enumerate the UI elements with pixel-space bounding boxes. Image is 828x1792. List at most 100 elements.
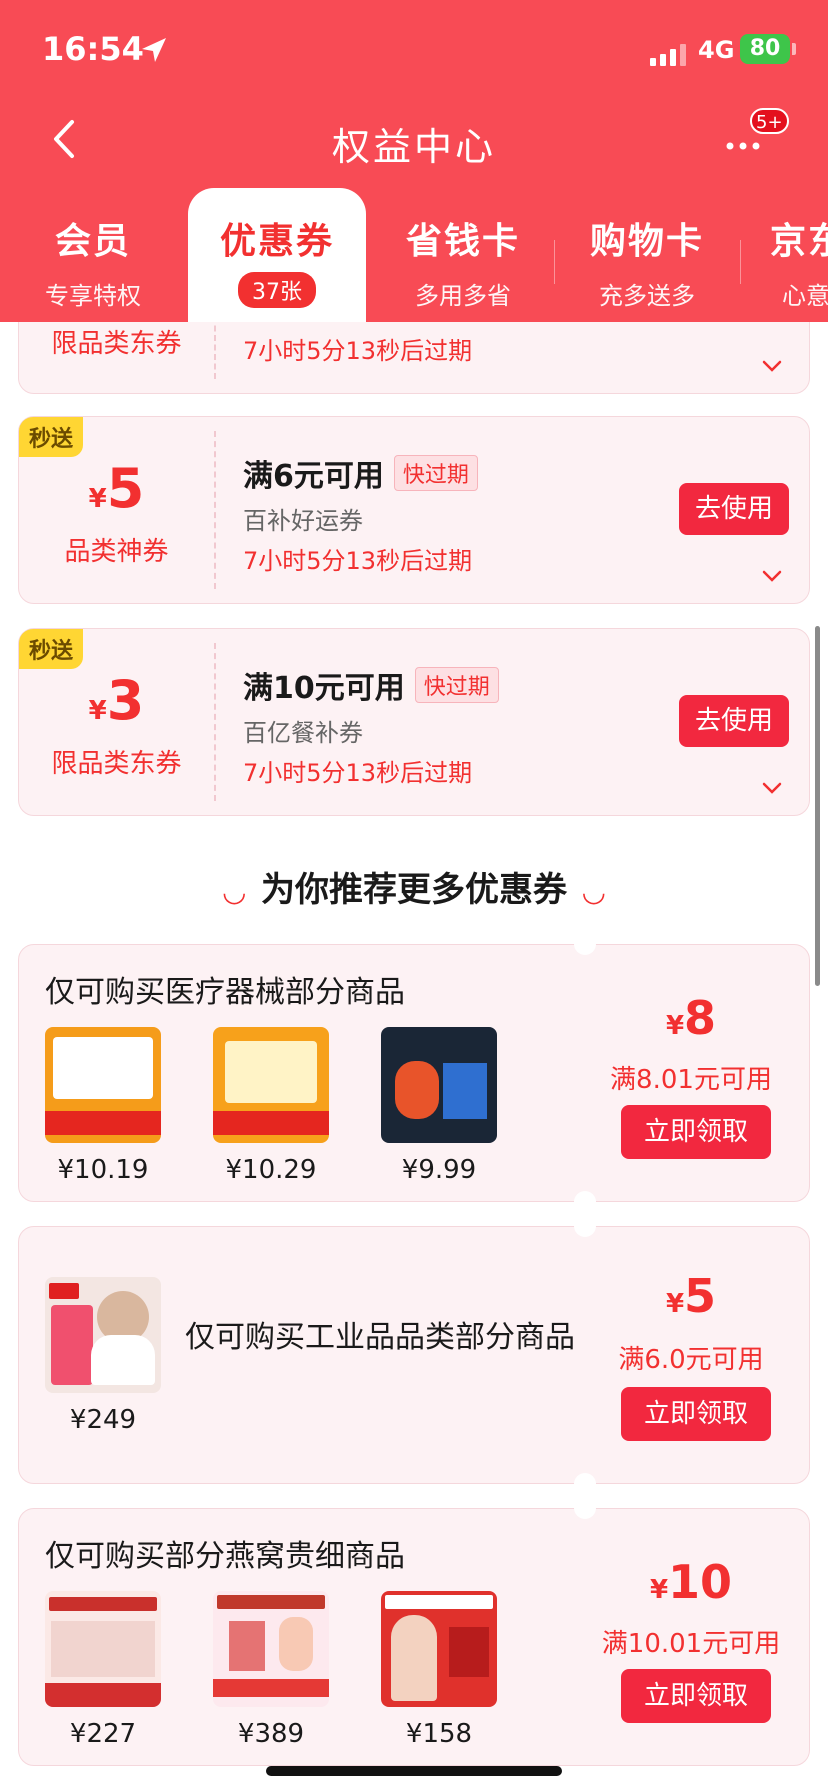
tab-sub: 专享特权 <box>45 282 141 310</box>
tab-shopping-card[interactable]: 购物卡 充多送多 <box>562 188 732 322</box>
coupon-divider <box>214 643 216 801</box>
tab-sub: 充多送多 <box>599 282 695 310</box>
battery-tip <box>792 43 796 55</box>
coupon-value: 5 <box>106 457 145 520</box>
product-item[interactable]: ¥9.99 <box>381 1027 497 1185</box>
recommend-coupon-condition: 满8.01元可用 <box>610 1065 772 1095</box>
tab-label: 会员 <box>54 221 131 262</box>
product-price: ¥10.29 <box>225 1155 317 1185</box>
tab-label: 购物卡 <box>589 221 704 262</box>
product-price: ¥158 <box>405 1719 473 1749</box>
recommend-card-title: 仅可购买医疗器械部分商品 <box>45 975 405 1010</box>
use-coupon-button[interactable]: 去使用 <box>679 695 789 747</box>
coupon-name: 百补好运券 <box>243 507 363 535</box>
tab-member[interactable]: 会员 专享特权 <box>8 188 178 322</box>
tab-jd[interactable]: 京东 心意 <box>748 188 828 322</box>
condition-text: 满6元可用 <box>243 459 384 494</box>
coupon-divider <box>214 431 216 589</box>
tab-saving-card[interactable]: 省钱卡 多用多省 <box>378 188 548 322</box>
recommend-coupon-amount: ¥8 <box>601 991 781 1045</box>
coupon-expire: 7小时5分13秒后过期 <box>243 547 473 575</box>
coupon-expire: 7小时5分13秒后过期 <box>243 759 473 787</box>
scrollbar[interactable] <box>815 626 820 986</box>
coupon-count-badge: 37张 <box>238 272 316 308</box>
product-price: ¥227 <box>69 1719 137 1749</box>
recommend-coupon-condition: 满10.01元可用 <box>601 1629 781 1659</box>
recommend-coupon-amount: ¥5 <box>601 1269 781 1323</box>
product-image <box>45 1591 161 1707</box>
product-item[interactable]: ¥10.29 <box>213 1027 329 1185</box>
coupon-type: 限品类东券 <box>51 749 182 779</box>
recommend-card-title: 仅可购买工业品品类部分商品 <box>185 1320 575 1355</box>
recommend-coupon-card[interactable]: 仅可购买部分燕窝贵细商品 ¥227 ¥389 ¥158 ¥10 满10.01元可… <box>18 1497 810 1766</box>
tab-label: 省钱卡 <box>405 221 520 262</box>
product-price: ¥389 <box>237 1719 305 1749</box>
recommend-section-title: ◡ 为你推荐更多优惠券 ◡ <box>0 862 828 911</box>
product-item[interactable]: ¥227 <box>45 1591 161 1749</box>
coupon-tag: 秒送 <box>19 629 84 669</box>
signal-icon <box>650 44 686 66</box>
header: 16:54 4G 80 权益中心 5+ 会员 专享特权 优惠券 37张 省钱卡 … <box>0 0 828 322</box>
product-image <box>45 1277 161 1393</box>
chevron-down-icon[interactable] <box>761 569 783 583</box>
coupon-value: 8 <box>684 991 717 1045</box>
card-notch <box>574 933 596 955</box>
recommend-coupon-condition: 满6.0元可用 <box>618 1345 764 1375</box>
recommend-coupon-card[interactable]: 仅可购买医疗器械部分商品 ¥10.19 ¥10.29 ¥9.99 ¥8 满8.0… <box>18 933 810 1213</box>
coupon-type: 限品类东券 <box>51 329 182 359</box>
home-indicator[interactable] <box>266 1766 562 1776</box>
tab-label: 京东 <box>770 221 828 262</box>
claim-coupon-button[interactable]: 立即领取 <box>621 1105 771 1159</box>
claim-coupon-button[interactable]: 立即领取 <box>621 1387 771 1441</box>
product-item[interactable]: ¥10.19 <box>45 1027 161 1185</box>
expiring-soon-badge: 快过期 <box>414 667 499 703</box>
chevron-down-icon[interactable] <box>761 359 783 373</box>
product-price: ¥9.99 <box>401 1155 477 1185</box>
claim-coupon-button[interactable]: 立即领取 <box>621 1669 771 1723</box>
battery-icon: 80 <box>740 34 790 64</box>
product-image <box>381 1591 497 1707</box>
tab-coupons[interactable]: 优惠券 37张 <box>188 188 366 322</box>
condition-text: 满10元可用 <box>243 671 405 706</box>
coupon-card[interactable]: 秒送 ¥5 品类神券 满6元可用 快过期 百补好运券 7小时5分13秒后过期 去使… <box>18 416 810 604</box>
currency-symbol: ¥ <box>665 1011 685 1041</box>
smile-deco-icon: ◡ <box>223 875 245 908</box>
product-image <box>213 1027 329 1143</box>
coupon-condition: 满6元可用 快过期 <box>243 451 478 495</box>
product-item[interactable]: ¥389 <box>213 1591 329 1749</box>
expiring-soon-badge: 快过期 <box>393 455 478 491</box>
tab-divider <box>740 240 741 284</box>
card-notch <box>574 1473 596 1495</box>
product-image <box>45 1027 161 1143</box>
recommend-title-text: 为你推荐更多优惠券 <box>261 870 567 910</box>
product-item[interactable]: ¥249 <box>45 1277 161 1435</box>
use-coupon-button[interactable]: 去使用 <box>679 483 789 535</box>
coupon-expire: 7小时5分13秒后过期 <box>243 337 473 365</box>
currency-symbol: ¥ <box>649 1575 669 1605</box>
tab-sub: 心意 <box>782 282 828 310</box>
nav-bar: 权益中心 5+ <box>0 108 828 170</box>
tab-divider <box>554 240 555 284</box>
coupon-amount: ¥3 <box>19 669 214 732</box>
currency-symbol: ¥ <box>88 484 107 514</box>
recommend-card-title: 仅可购买部分燕窝贵细商品 <box>45 1539 405 1574</box>
coupon-card[interactable]: 秒送 ¥3 限品类东券 满10元可用 快过期 百亿餐补券 7小时5分13秒后过期 … <box>18 628 810 816</box>
status-bar: 16:54 4G 80 <box>42 28 796 72</box>
coupon-value: 5 <box>684 1269 717 1323</box>
recommend-coupon-amount: ¥10 <box>601 1555 781 1609</box>
location-arrow-icon <box>142 38 166 62</box>
coupon-value: 3 <box>106 669 145 732</box>
product-item[interactable]: ¥158 <box>381 1591 497 1749</box>
coupon-tag: 秒送 <box>19 417 84 457</box>
currency-symbol: ¥ <box>88 696 107 726</box>
coupon-type: 品类神券 <box>64 537 169 567</box>
smile-deco-icon: ◡ <box>583 875 605 908</box>
chevron-down-icon[interactable] <box>761 781 783 795</box>
tab-label: 优惠券 <box>219 221 334 262</box>
status-time: 16:54 <box>42 30 144 68</box>
card-notch <box>574 1191 596 1213</box>
tab-bar: 会员 专享特权 优惠券 37张 省钱卡 多用多省 购物卡 充多送多 京东 心意 <box>0 188 828 322</box>
recommend-coupon-card[interactable]: ¥249 仅可购买工业品品类部分商品 ¥5 满6.0元可用 立即领取 <box>18 1215 810 1495</box>
product-price: ¥249 <box>69 1405 137 1435</box>
coupon-name: 百亿餐补券 <box>243 719 363 747</box>
